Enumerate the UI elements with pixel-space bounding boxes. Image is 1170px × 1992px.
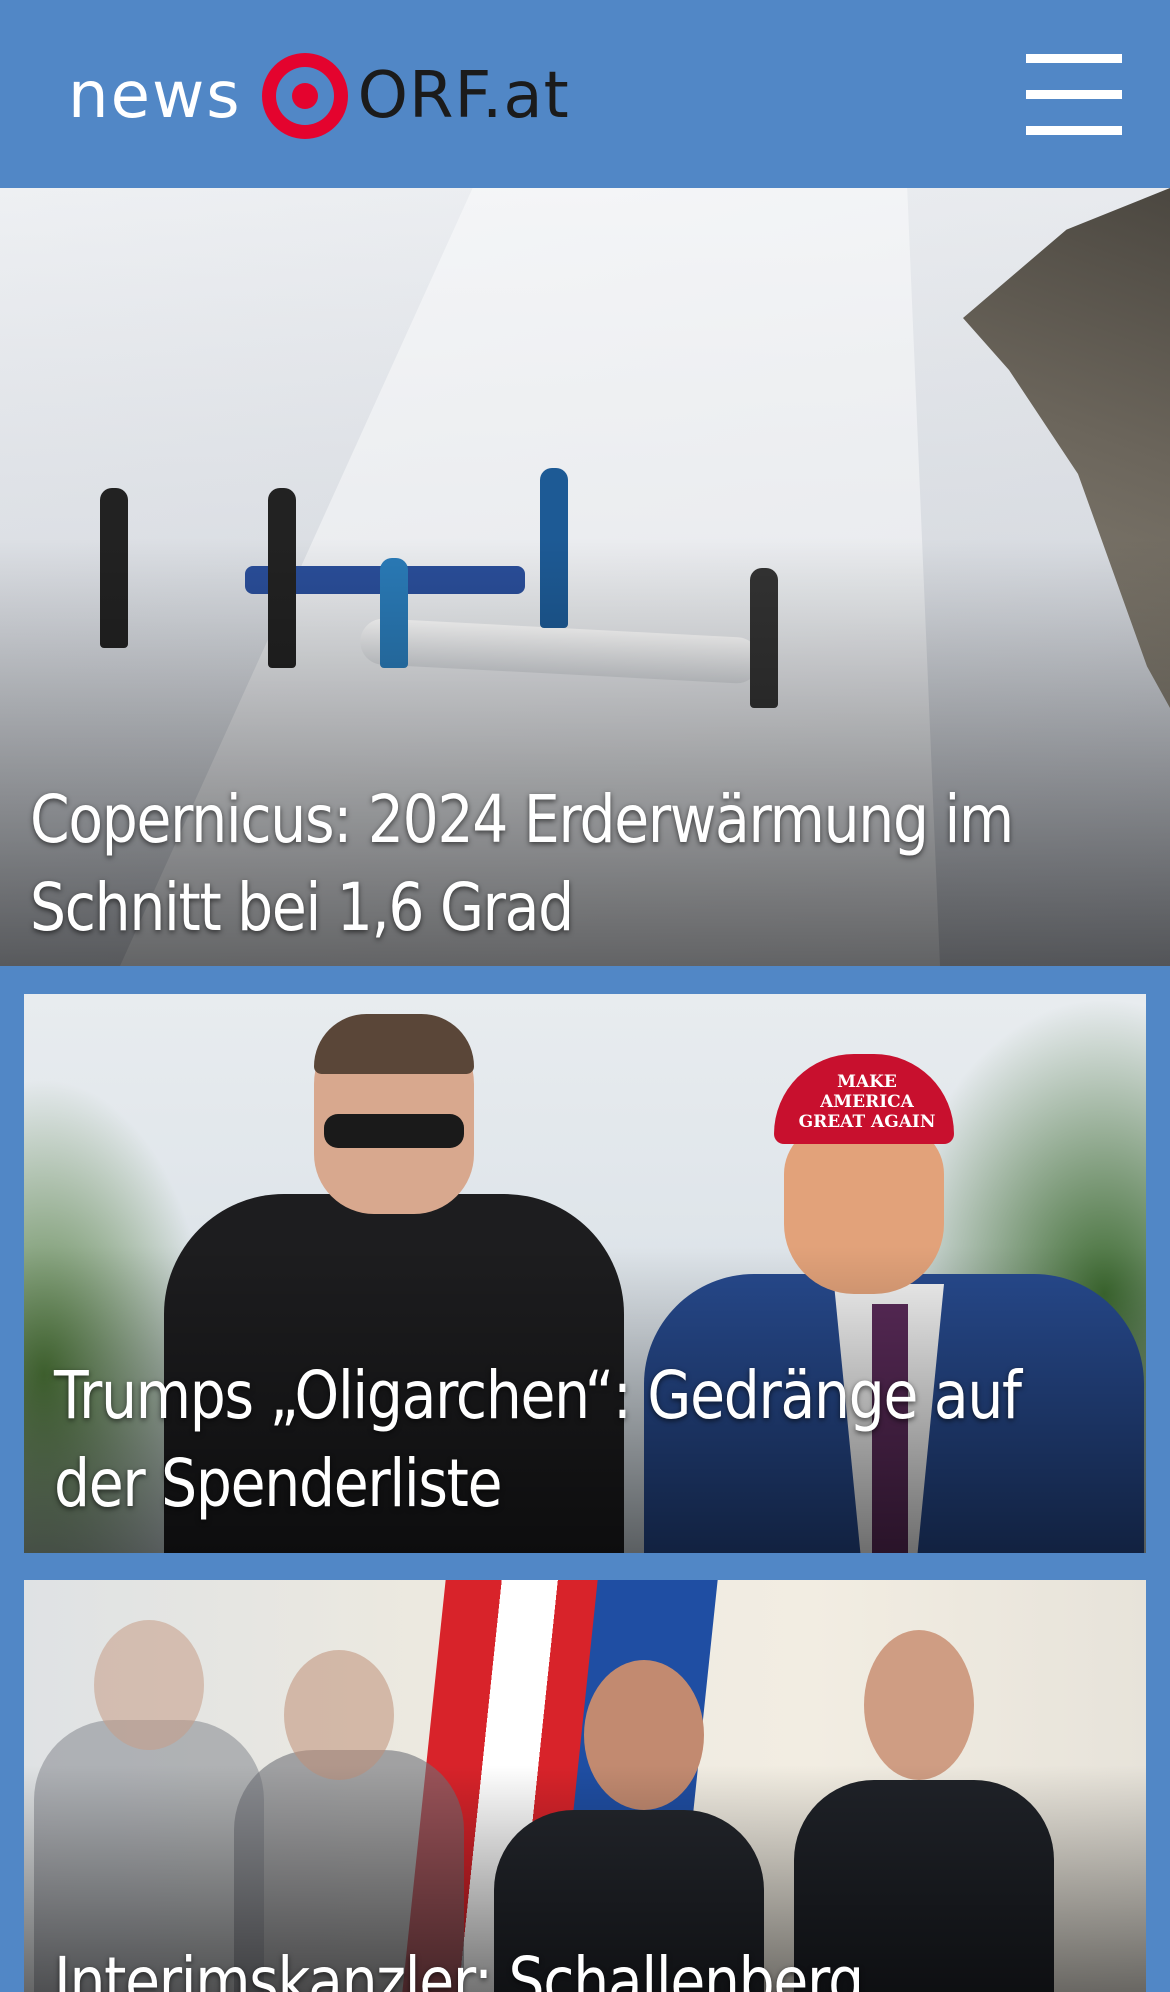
headline-line: Schnitt bei 1,6 Grad: [30, 869, 574, 946]
logo-news-text: news: [68, 59, 242, 133]
cap-text: MAKE AMERICA GREAT AGAIN: [798, 1072, 936, 1132]
orf-ring-icon: [261, 53, 348, 139]
sunglasses: [324, 1114, 464, 1148]
story-headline[interactable]: Interimskanzler: Schallenberg: [54, 1938, 864, 1992]
menu-bar-top: [1026, 54, 1122, 63]
headline-line: Copernicus: 2024 Erderwärmung im: [30, 781, 1014, 858]
story-card-copernicus[interactable]: Copernicus: 2024 Erderwärmung im Schnitt…: [0, 188, 1170, 966]
menu-bar-middle: [1026, 90, 1122, 99]
logo-orf-text: ORF.at: [357, 59, 570, 133]
site-logo[interactable]: news ORF.at: [68, 46, 570, 146]
hair: [314, 1014, 474, 1074]
story-headline[interactable]: Trumps „Oligarchen“: Gedränge auf der Sp…: [54, 1352, 1022, 1528]
face: [284, 1650, 394, 1780]
hamburger-menu-icon[interactable]: [1024, 50, 1124, 138]
menu-bar-bottom: [1026, 126, 1122, 135]
story-headline[interactable]: Copernicus: 2024 Erderwärmung im Schnitt…: [30, 776, 1014, 952]
face: [94, 1620, 204, 1750]
face: [864, 1630, 974, 1780]
story-card-oligarchen[interactable]: MAKE AMERICA GREAT AGAIN Trumps „Oligarc…: [24, 994, 1146, 1553]
story-card-interimskanzler[interactable]: Interimskanzler: Schallenberg: [24, 1580, 1146, 1992]
headline-line: der Spenderliste: [54, 1445, 503, 1522]
headline-line: Trumps „Oligarchen“: Gedränge auf: [54, 1357, 1022, 1434]
headline-line: Interimskanzler: Schallenberg: [54, 1943, 864, 1992]
top-bar: news ORF.at: [0, 0, 1170, 188]
